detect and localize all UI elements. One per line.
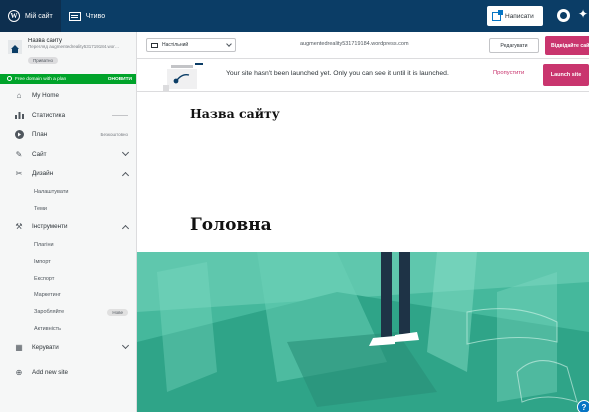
- design-icon: ✂: [15, 169, 23, 179]
- chevron-down-icon: [121, 342, 130, 350]
- stats-icon: [14, 110, 24, 120]
- tools-icon: ⚒: [15, 222, 23, 232]
- my-site-tab[interactable]: W Мій сайт: [0, 0, 61, 32]
- sidebar-item-label: Інструменти: [32, 223, 68, 231]
- sidebar-subitem-label: Заробляйте: [34, 309, 65, 316]
- sidebar-item-label: План: [32, 131, 48, 139]
- sidebar-item-site[interactable]: ✎ Сайт: [0, 145, 136, 165]
- reader-icon: [68, 10, 81, 22]
- visit-site-button[interactable]: Відвідайте сайт: [545, 36, 589, 55]
- home-icon: [8, 40, 22, 54]
- site-preview: Назва сайту Головна: [137, 92, 589, 412]
- plan-status: Безкоштовно: [100, 132, 128, 138]
- write-button[interactable]: Написати: [487, 6, 543, 26]
- new-badge: Нове: [107, 308, 128, 316]
- sidebar-item-label: Дизайн: [32, 170, 54, 178]
- avatar[interactable]: [557, 9, 570, 22]
- preview-url: augmentedreality531719184.wordpress.com: [300, 41, 409, 47]
- bell-icon[interactable]: ✦: [578, 8, 588, 20]
- wordpress-logo-icon: W: [8, 10, 20, 22]
- reader-tab[interactable]: Чтиво: [61, 0, 113, 32]
- sidebar-subitem-activity[interactable]: Активність: [0, 321, 136, 338]
- hero-image: [137, 252, 589, 412]
- chevron-down-icon: [226, 41, 232, 47]
- stats-sparkline: [112, 114, 128, 116]
- plan-icon: [14, 130, 24, 140]
- reader-label: Чтиво: [85, 12, 106, 20]
- sidebar-subitem-earn[interactable]: Заробляйте Нове: [0, 304, 136, 321]
- plan-banner-text: Free domain with a plan: [15, 76, 67, 82]
- preview-page-heading: Головна: [190, 215, 272, 235]
- help-button[interactable]: ?: [577, 400, 589, 412]
- sidebar-item-label: Add new site: [32, 369, 69, 377]
- home-icon: ⌂: [16, 91, 22, 101]
- sidebar-item-add-site[interactable]: ⊕ Add new site: [0, 363, 136, 383]
- my-site-label: Мій сайт: [25, 12, 53, 20]
- sidebar-item-tools[interactable]: ⚒ Інструменти: [0, 217, 136, 237]
- pencil-icon: ✎: [15, 149, 23, 159]
- sidebar: Назва сайту Перегляд augmentedreality531…: [0, 32, 137, 412]
- sidebar-item-plan[interactable]: План Безкоштовно: [0, 125, 136, 145]
- launch-notice-text: Your site hasn't been launched yet. Only…: [226, 70, 449, 77]
- add-circle-icon: ⊕: [15, 368, 23, 378]
- upgrade-link[interactable]: ОНОВИТИ: [108, 77, 132, 82]
- sidebar-item-label: My Home: [32, 92, 59, 100]
- device-select-value: Настільний: [162, 42, 189, 48]
- sidebar-item-manage[interactable]: ▦ Керувати: [0, 337, 136, 357]
- info-icon: [7, 76, 12, 82]
- preview-toolbar: Настільний augmentedreality531719184.wor…: [137, 32, 589, 59]
- private-badge: Приватно: [28, 57, 59, 64]
- site-url[interactable]: Перегляд augmentedreality531719184.wordp…: [28, 44, 120, 49]
- launch-site-button[interactable]: Launch site: [543, 64, 589, 86]
- device-select[interactable]: Настільний: [146, 38, 236, 52]
- sidebar-item-my-home[interactable]: ⌂ My Home: [0, 86, 136, 106]
- skip-link[interactable]: Пропустити: [493, 70, 524, 76]
- sidebar-subitem-marketing[interactable]: Маркетинг: [0, 287, 136, 304]
- sidebar-item-label: Керувати: [32, 343, 59, 351]
- sidebar-item-design[interactable]: ✂ Дизайн: [0, 164, 136, 184]
- sidebar-subitem-export[interactable]: Експорт: [0, 270, 136, 287]
- write-icon: [492, 9, 503, 21]
- sidebar-item-label: Сайт: [32, 150, 47, 158]
- chevron-up-icon: [121, 171, 130, 179]
- monitor-icon: [151, 42, 158, 48]
- sidebar-subitem-plugins[interactable]: Плагіни: [0, 237, 136, 254]
- edit-button[interactable]: Редагувати: [489, 38, 539, 53]
- chevron-up-icon: [121, 224, 130, 232]
- sidebar-subitem-themes[interactable]: Теми: [0, 200, 136, 217]
- sidebar-item-stats[interactable]: Статистика: [0, 106, 136, 126]
- preview-site-title[interactable]: Назва сайту: [190, 106, 280, 121]
- launch-notice: Your site hasn't been launched yet. Only…: [137, 59, 589, 92]
- chevron-down-icon: [121, 149, 130, 157]
- manage-icon: ▦: [15, 342, 23, 352]
- launch-illustration: [163, 63, 203, 91]
- write-label: Написати: [505, 12, 534, 20]
- site-card[interactable]: Назва сайту Перегляд augmentedreality531…: [0, 32, 136, 74]
- sidebar-subitem-customize[interactable]: Налаштувати: [0, 184, 136, 201]
- sidebar-subitem-import[interactable]: Імпорт: [0, 253, 136, 270]
- sidebar-item-label: Статистика: [32, 111, 66, 119]
- plan-banner[interactable]: Free domain with a plan ОНОВИТИ: [0, 74, 136, 84]
